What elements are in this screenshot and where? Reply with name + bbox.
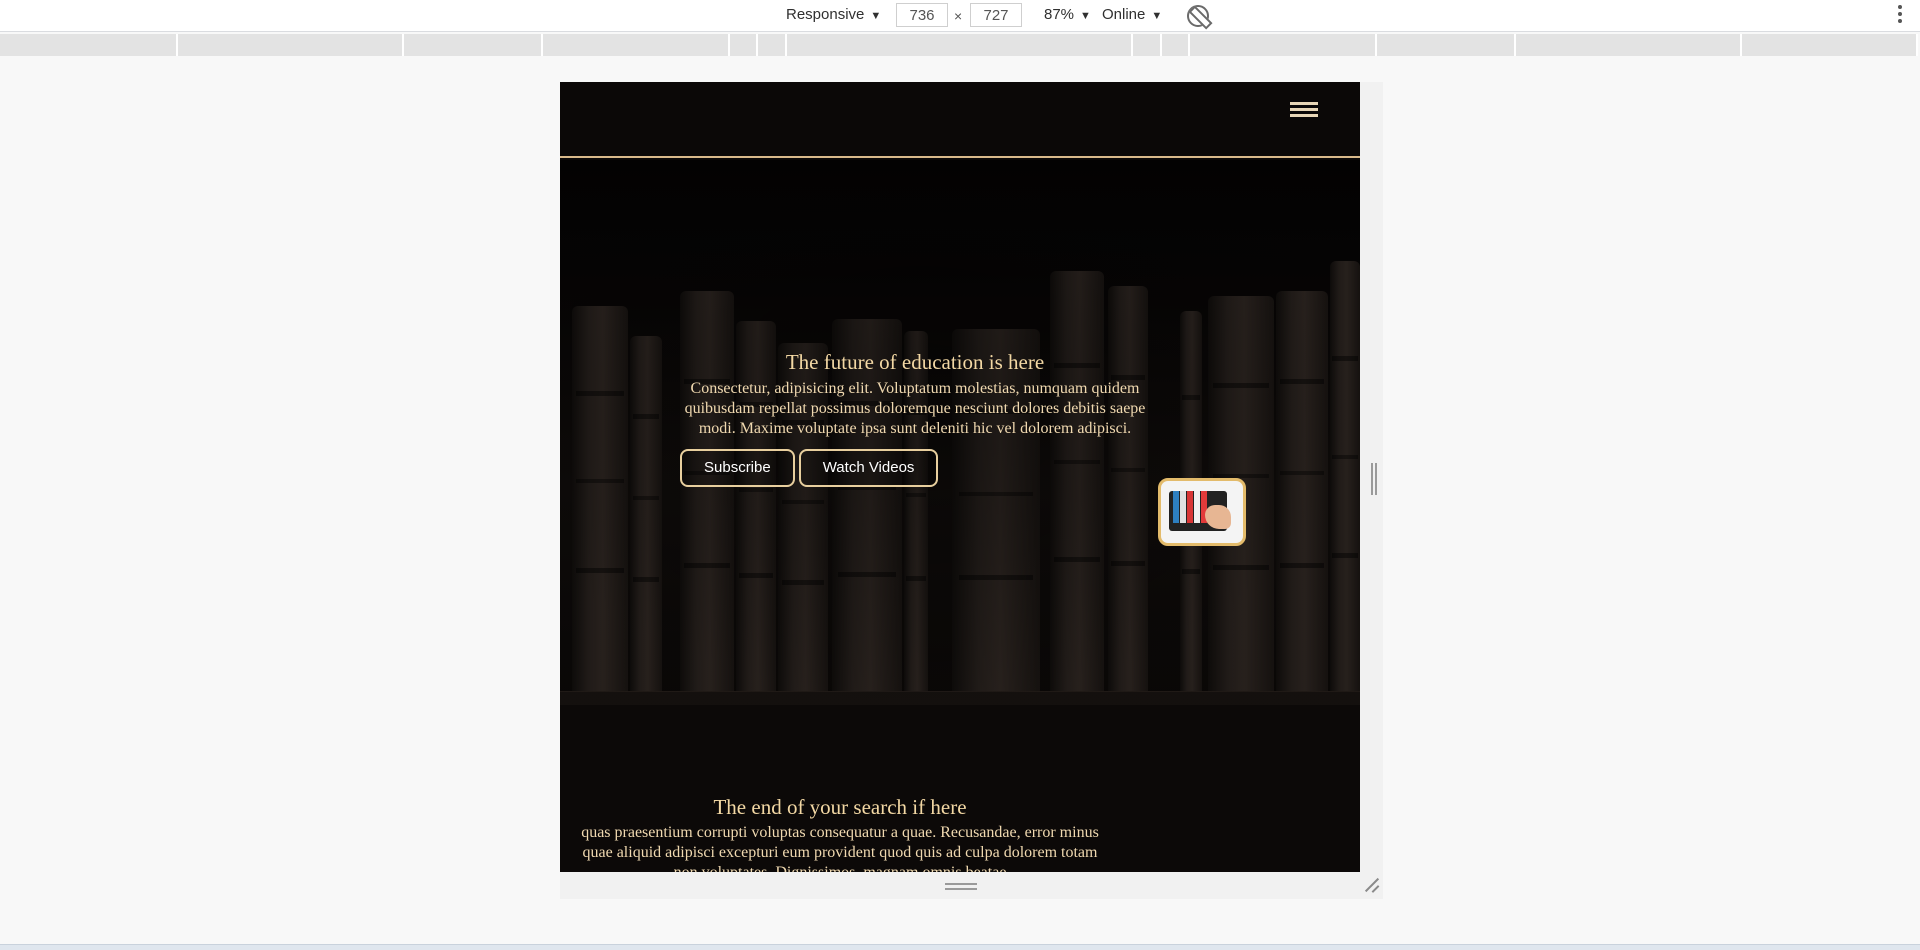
chevron-down-icon: ▼: [870, 10, 882, 22]
subscribe-button[interactable]: Subscribe: [680, 449, 795, 487]
media-query-segment[interactable]: [543, 34, 730, 56]
hero-section: The future of education is here Consecte…: [560, 160, 1360, 705]
device-select[interactable]: Responsive ▼: [786, 6, 881, 25]
media-query-segment[interactable]: [730, 34, 758, 56]
hero-content: The future of education is here Consecte…: [680, 350, 1150, 487]
media-query-segment[interactable]: [1133, 34, 1162, 56]
media-query-segment[interactable]: [1516, 34, 1742, 56]
network-throttle-label: Online: [1102, 6, 1146, 23]
height-input[interactable]: [970, 3, 1022, 27]
zoom-select[interactable]: 87% ▼: [1044, 6, 1091, 25]
search-section: The end of your search if here quas prae…: [560, 705, 1360, 872]
search-section-title: The end of your search if here: [713, 795, 967, 819]
network-throttle-select[interactable]: Online ▼: [1102, 6, 1162, 25]
hero-title: The future of education is here: [785, 350, 1045, 374]
hero-text: Consectetur, adipisicing elit. Voluptatu…: [684, 380, 1146, 437]
media-query-segment[interactable]: [758, 34, 787, 56]
more-options-icon[interactable]: [1898, 5, 1902, 25]
width-input[interactable]: [896, 3, 948, 27]
media-query-segment[interactable]: [1742, 34, 1918, 56]
media-query-segment[interactable]: [1377, 34, 1516, 56]
emulated-viewport: The future of education is here Consecte…: [560, 82, 1360, 872]
search-section-content: The end of your search if here quas prae…: [570, 795, 1110, 872]
chevron-down-icon: ▼: [1151, 10, 1163, 22]
hero-buttons: Subscribe Watch Videos: [680, 449, 1150, 487]
rotate-icon[interactable]: [1187, 5, 1209, 27]
media-query-segment[interactable]: [0, 34, 178, 56]
media-query-bar: [0, 34, 1920, 56]
zoom-select-label: 87%: [1044, 6, 1075, 23]
laptop-books-image: [1158, 478, 1246, 546]
device-select-label: Responsive: [786, 6, 865, 23]
resize-handle-bottom[interactable]: [945, 883, 977, 890]
dimension-separator: ×: [954, 8, 963, 24]
window-bottom-edge: [0, 944, 1920, 950]
watch-videos-button[interactable]: Watch Videos: [798, 449, 939, 487]
resize-handle-corner[interactable]: [1364, 877, 1380, 893]
media-query-segment[interactable]: [178, 34, 404, 56]
device-toolbar: Responsive ▼ × 87% ▼ Online ▼: [0, 0, 1920, 32]
chevron-down-icon: ▼: [1080, 10, 1091, 22]
resize-handle-right[interactable]: [1371, 463, 1377, 495]
media-query-segment[interactable]: [787, 34, 1133, 56]
search-section-text: quas praesentium corrupti voluptas conse…: [581, 824, 1099, 872]
site-header: [560, 82, 1360, 158]
media-query-segment[interactable]: [1162, 34, 1190, 56]
media-query-segment[interactable]: [404, 34, 543, 56]
menu-icon[interactable]: [1290, 100, 1320, 126]
media-query-segment[interactable]: [1190, 34, 1377, 56]
